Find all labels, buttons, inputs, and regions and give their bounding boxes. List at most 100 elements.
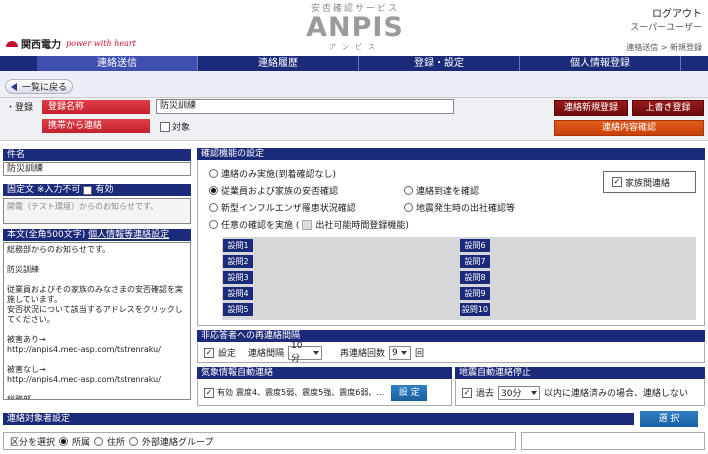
question-2-button[interactable]: 設問2 bbox=[223, 255, 253, 268]
family-contact-box[interactable]: ✓ 家族間連絡 bbox=[603, 171, 696, 193]
mobile-target-checkbox[interactable]: 対象 bbox=[160, 120, 190, 133]
chevron-down-icon bbox=[400, 350, 407, 355]
resend-count-label: 再連絡回数 bbox=[340, 349, 386, 359]
radio-employee-family[interactable] bbox=[209, 186, 218, 195]
quake-enable-checkbox[interactable]: ✓ bbox=[462, 387, 472, 398]
option-contact-only-label: 連絡のみ実施(到着確認なし) bbox=[221, 170, 337, 180]
back-button-label: 一覧に戻る bbox=[22, 83, 68, 93]
registration-name-label: 登録名称 bbox=[42, 100, 150, 114]
target-side-box bbox=[521, 432, 705, 450]
arrival-time-checkbox[interactable] bbox=[302, 219, 313, 230]
registration-name-input[interactable]: 防災訓練 bbox=[156, 99, 454, 114]
select-button[interactable]: 選 択 bbox=[640, 411, 698, 427]
resend-enable-label: 設定 bbox=[218, 349, 237, 359]
questions-area bbox=[222, 237, 696, 320]
body-heading-label: 本文(全角500文字) bbox=[7, 230, 86, 240]
checkbox-box[interactable] bbox=[160, 121, 170, 132]
radio-earthquake[interactable] bbox=[404, 203, 413, 212]
option-earthquake[interactable]: 地震発生時の出社確認等 bbox=[404, 201, 515, 214]
radio-address[interactable] bbox=[94, 436, 104, 446]
subbar bbox=[0, 71, 708, 97]
target-dept-label: 所属 bbox=[72, 437, 91, 448]
question-1-button[interactable]: 設問1 bbox=[223, 239, 253, 252]
resend-count-select[interactable]: 9 bbox=[389, 345, 412, 360]
chevron-down-icon bbox=[313, 350, 320, 355]
question-4-button[interactable]: 設問4 bbox=[223, 287, 253, 300]
personal-info-contact-link[interactable]: 個人情報等連絡設定 bbox=[88, 230, 169, 240]
quake-stop-row: ✓ 過去 30分 以内に連絡済みの場合、連絡しない bbox=[455, 380, 705, 406]
breadcrumb: 連絡送信 > 新規登録 bbox=[626, 43, 702, 52]
tab-send[interactable]: 連絡送信 bbox=[37, 56, 198, 71]
weather-enable-checkbox[interactable]: ✓ bbox=[204, 387, 214, 398]
option-contact-only[interactable]: 連絡のみ実施(到着確認なし) bbox=[209, 167, 336, 180]
family-contact-checkbox[interactable]: ✓ bbox=[612, 177, 622, 187]
radio-contact-only[interactable] bbox=[209, 169, 218, 178]
weather-summary: 震度4、震度5弱、震度5強、震度6弱、… bbox=[236, 388, 385, 397]
confirm-content-button[interactable]: 連絡内容確認 bbox=[554, 120, 704, 136]
target-section-label: 区分を選択 bbox=[10, 437, 56, 448]
option-custom[interactable]: 任意の確認を実施 ( 出社可能時間登録機能) bbox=[209, 218, 409, 231]
tab-history[interactable]: 連絡履歴 bbox=[198, 56, 359, 71]
logout-link[interactable]: ログアウト bbox=[652, 5, 702, 20]
fixed-text-heading: 固定文 ※入力不可 有効 bbox=[3, 184, 191, 196]
fixed-text-heading-label: 固定文 ※入力不可 bbox=[7, 185, 81, 195]
arrival-time-label: 出社可能時間登録機能) bbox=[315, 221, 409, 231]
quake-minutes-select[interactable]: 30分 bbox=[498, 385, 541, 400]
logo-kana: アンピス bbox=[329, 43, 381, 51]
target-row: 区分を選択 所属 住所 外部連絡グループ bbox=[3, 432, 516, 450]
option-employee-family[interactable]: 従業員および家族の安否確認 bbox=[209, 184, 338, 197]
new-contact-button[interactable]: 連絡新規登録 bbox=[554, 100, 628, 116]
option-earthquake-label: 地震発生時の出社確認等 bbox=[416, 204, 516, 214]
username: スーパーユーザー bbox=[630, 23, 702, 33]
back-arrow-icon bbox=[11, 82, 17, 91]
radio-arrival[interactable] bbox=[404, 186, 413, 195]
question-5-button[interactable]: 設問5 bbox=[223, 303, 253, 316]
tab-settings[interactable]: 登録・設定 bbox=[359, 56, 520, 71]
radio-external[interactable] bbox=[129, 436, 139, 446]
tab-personal-info[interactable]: 個人情報登録 bbox=[520, 56, 681, 71]
question-7-button[interactable]: 設問7 bbox=[460, 255, 490, 268]
fixed-text-enable-checkbox[interactable] bbox=[83, 185, 93, 195]
option-influenza-label: 新型インフルエンザ罹患状況確認 bbox=[221, 204, 356, 214]
option-custom-label: 任意の確認を実施 ( bbox=[221, 221, 300, 231]
fixed-text-box: 関電（テスト環境）からのお知らせです。 bbox=[3, 198, 191, 224]
resend-interval-select[interactable]: 10分 bbox=[288, 341, 323, 364]
question-8-button[interactable]: 設問8 bbox=[460, 271, 490, 284]
option-arrival[interactable]: 連絡到達を確認 bbox=[404, 184, 479, 197]
overwrite-button[interactable]: 上書き登録 bbox=[632, 100, 704, 116]
option-employee-family-label: 従業員および家族の安否確認 bbox=[221, 187, 339, 197]
logo-main: ANPIS bbox=[306, 12, 404, 43]
body-textarea[interactable]: 総務部からのお知らせです。 防災訓練 従業員およびその家族のみなさまの安否確認を… bbox=[3, 242, 191, 400]
subject-input[interactable]: 防災訓練 bbox=[3, 162, 191, 176]
chevron-down-icon bbox=[531, 390, 538, 395]
resend-enable-checkbox[interactable]: ✓ bbox=[204, 347, 214, 358]
resend-count-value: 9 bbox=[392, 347, 398, 358]
resend-interval-label: 連絡間隔 bbox=[248, 349, 285, 359]
radio-dept[interactable] bbox=[59, 436, 69, 446]
question-9-button[interactable]: 設問9 bbox=[460, 287, 490, 300]
question-10-button[interactable]: 設問10 bbox=[460, 303, 490, 316]
resend-count-unit: 回 bbox=[415, 349, 425, 359]
question-6-button[interactable]: 設問6 bbox=[460, 239, 490, 252]
mobile-target-label: 対象 bbox=[172, 123, 191, 133]
quake-enable-label: 過去 bbox=[476, 389, 495, 399]
subject-heading: 件名 bbox=[3, 149, 191, 161]
anpis-logo: 安否確認サービス ANPIS アンピス bbox=[270, 1, 440, 53]
question-3-button[interactable]: 設問3 bbox=[223, 271, 253, 284]
body-heading: 本文(全角500文字) 個人情報等連絡設定 bbox=[3, 229, 191, 241]
quake-stop-heading: 地震自動連絡停止 bbox=[455, 367, 705, 379]
registration-label: ・登録 bbox=[6, 103, 34, 113]
confirm-settings-heading: 確認機能の設定 bbox=[197, 148, 705, 160]
target-external-label: 外部連絡グループ bbox=[142, 437, 214, 448]
weather-heading: 気象情報自動連絡 bbox=[197, 367, 452, 379]
main-nav: 連絡送信 連絡履歴 登録・設定 個人情報登録 bbox=[0, 56, 708, 71]
radio-custom[interactable] bbox=[209, 220, 218, 229]
back-to-list-button[interactable]: 一覧に戻る bbox=[5, 79, 73, 94]
option-influenza[interactable]: 新型インフルエンザ罹患状況確認 bbox=[209, 201, 356, 214]
family-contact-label: 家族間連絡 bbox=[625, 178, 671, 189]
resend-interval-value: 10分 bbox=[291, 341, 303, 364]
brand-name: 関西電力 bbox=[21, 40, 61, 51]
weather-settings-button[interactable]: 設 定 bbox=[391, 384, 428, 401]
radio-influenza[interactable] bbox=[209, 203, 218, 212]
weather-row: ✓ 有効 震度4、震度5弱、震度5強、震度6弱、… 設 定 bbox=[197, 380, 452, 406]
